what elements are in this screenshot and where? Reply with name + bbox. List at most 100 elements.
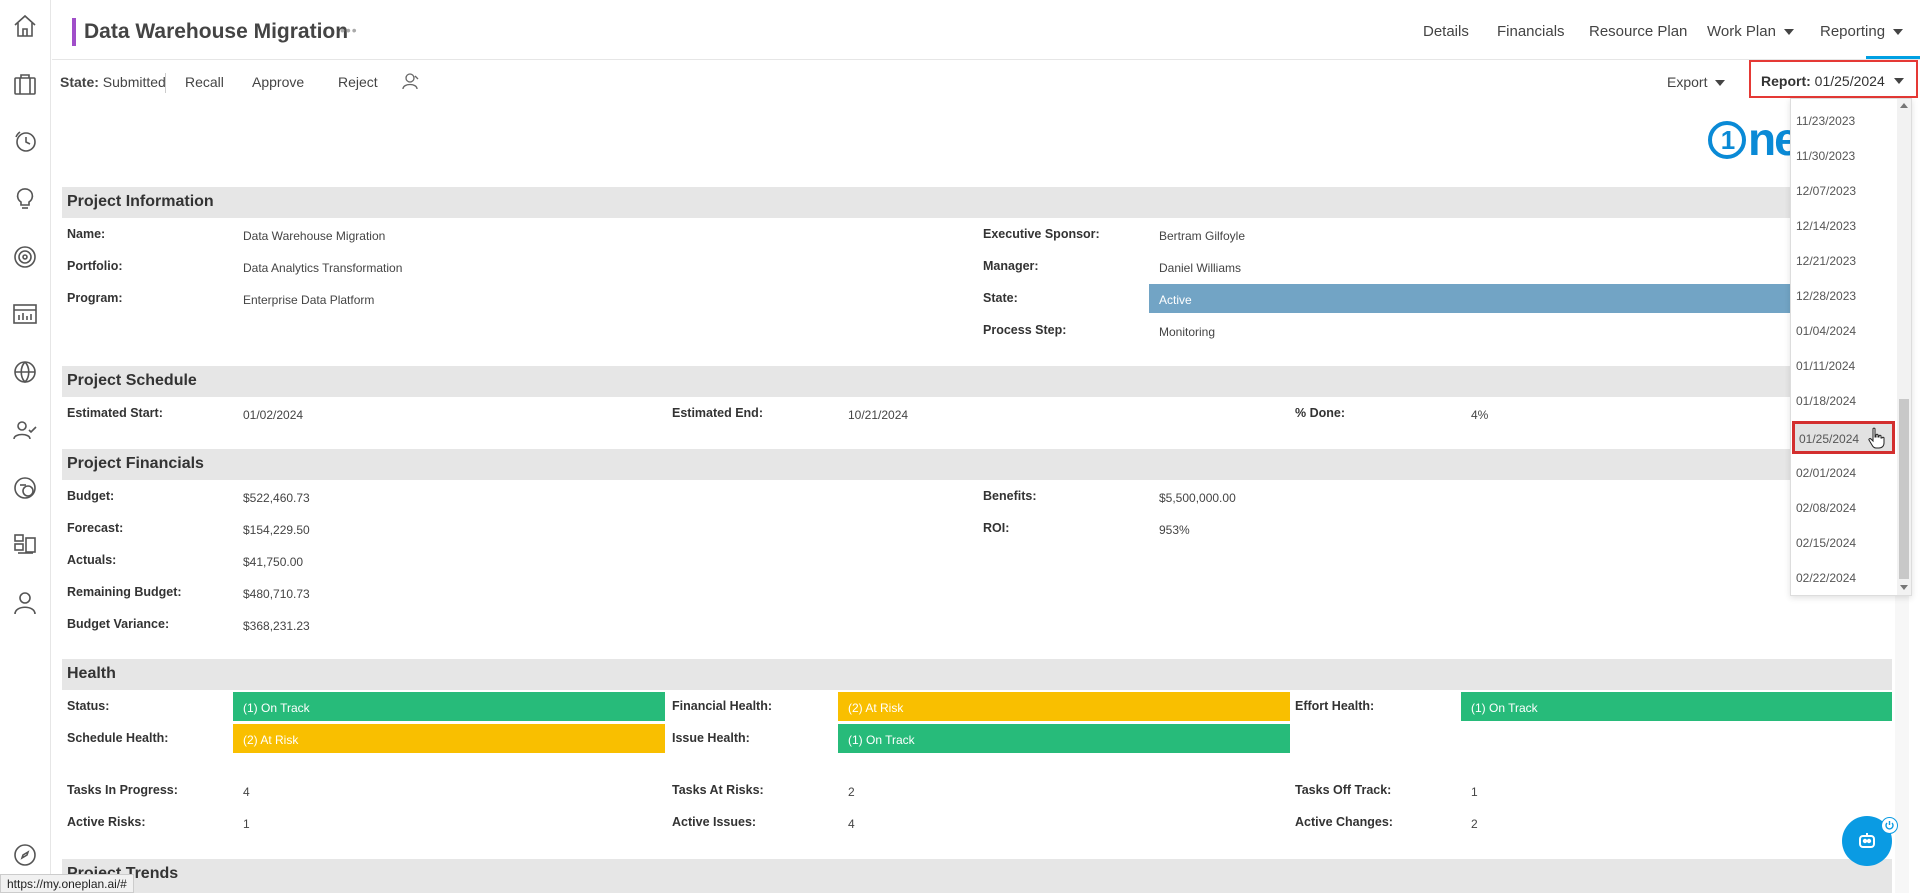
tab-details[interactable]: Details (1423, 23, 1469, 40)
reject-button[interactable]: Reject (338, 74, 378, 90)
tasks-off-track-label: Tasks Off Track: (1295, 783, 1392, 797)
forecast-value: $154,229.50 (243, 523, 310, 537)
logo-mark: 1 (1708, 121, 1746, 159)
section-project-information: Project Information (62, 187, 1892, 218)
power-icon[interactable] (1881, 817, 1898, 834)
estimated-end-value: 10/21/2024 (848, 408, 909, 422)
compass-icon[interactable] (12, 842, 38, 868)
roi-label: ROI: (983, 521, 1010, 535)
chevron-down-icon (1715, 80, 1726, 87)
home-icon[interactable] (12, 13, 38, 39)
oneplan-logo: 1 ne (1708, 112, 1800, 166)
chevron-down-icon (1893, 29, 1904, 36)
tab-work-plan[interactable]: Work Plan (1707, 23, 1794, 40)
page-title: Data Warehouse Migration (84, 20, 349, 43)
dropdown-option[interactable]: 02/22/2024 (1791, 561, 1897, 595)
tab-financials[interactable]: Financials (1497, 23, 1565, 40)
approve-button[interactable]: Approve (252, 74, 304, 90)
dropdown-option[interactable]: 02/01/2024 (1791, 456, 1897, 490)
dropdown-option[interactable]: 11/30/2023 (1791, 139, 1897, 173)
scroll-down-arrow-icon[interactable] (1900, 585, 1908, 590)
tasks-at-risk-value: 2 (848, 785, 855, 799)
section-health: Health (62, 659, 1892, 690)
benefits-label: Benefits: (983, 489, 1037, 503)
dropdown-scrollbar[interactable] (1897, 99, 1911, 595)
portfolio-label: Portfolio: (67, 259, 123, 273)
project-state-value: Active (1149, 284, 1791, 313)
globe-icon[interactable] (12, 359, 38, 385)
title-more-menu[interactable]: ••• (340, 22, 358, 38)
report-value: 01/25/2024 (1814, 73, 1885, 89)
actuals-label: Actuals: (67, 553, 117, 567)
tasks-in-progress-value: 4 (243, 785, 250, 799)
dropdown-option[interactable]: 01/11/2024 (1791, 349, 1897, 383)
dropdown-scroll-thumb[interactable] (1899, 399, 1909, 579)
estimated-end-label: Estimated End: (672, 406, 763, 420)
bot-icon (1859, 833, 1875, 848)
dropdown-option[interactable]: 12/07/2023 (1791, 174, 1897, 208)
title-accent-bar (72, 18, 76, 46)
process-step-value: Monitoring (1159, 325, 1216, 339)
sponsor-label: Executive Sponsor: (983, 227, 1100, 241)
dropdown-option[interactable]: 12/21/2023 (1791, 244, 1897, 278)
dropdown-option[interactable]: 01/04/2024 (1791, 314, 1897, 348)
project-state-label: State: (983, 291, 1018, 305)
remaining-budget-value: $480,710.73 (243, 587, 310, 601)
tasks-at-risk-label: Tasks At Risks: (672, 783, 764, 797)
report-date-select[interactable]: Report: 01/25/2024 (1749, 60, 1918, 98)
chart-icon[interactable] (12, 301, 38, 327)
report-select-text: Report: 01/25/2024 (1761, 73, 1885, 89)
tab-reporting[interactable]: Reporting (1820, 23, 1904, 40)
name-value: Data Warehouse Migration (243, 229, 386, 243)
sponsor-value: Bertram Gilfoyle (1159, 229, 1246, 243)
boards-icon[interactable] (12, 532, 38, 558)
chevron-down-icon (1894, 78, 1904, 84)
program-label: Program: (67, 291, 123, 305)
budget-label: Budget: (67, 489, 115, 503)
chevron-down-icon (1783, 29, 1794, 36)
dropdown-option[interactable]: 11/23/2023 (1791, 104, 1897, 138)
export-button[interactable]: Export (1667, 74, 1726, 90)
budget-value: $522,460.73 (243, 491, 310, 505)
active-issues-label: Active Issues: (672, 815, 757, 829)
user-icon[interactable] (12, 590, 38, 616)
people-icon[interactable] (12, 417, 38, 443)
issue-health-label: Issue Health: (672, 731, 750, 745)
section-project-trends: Project Trends (62, 859, 1892, 893)
active-changes-value: 2 (1471, 817, 1478, 831)
tasks-in-progress-label: Tasks In Progress: (67, 783, 178, 797)
target-icon[interactable] (12, 244, 38, 270)
active-tab-indicator (1866, 56, 1920, 59)
estimated-start-value: 01/02/2024 (243, 408, 304, 422)
user-assign-icon[interactable] (402, 72, 420, 90)
status-bar-url: https://my.oneplan.ai/# (0, 874, 134, 893)
dropdown-option[interactable]: 12/14/2023 (1791, 209, 1897, 243)
remaining-budget-label: Remaining Budget: (67, 585, 182, 599)
issue-health-badge: (1) On Track (838, 724, 1290, 753)
scroll-up-arrow-icon[interactable] (1900, 103, 1908, 108)
budget-variance-value: $368,231.23 (243, 619, 310, 633)
clock-icon[interactable] (12, 128, 38, 154)
active-changes-label: Active Changes: (1295, 815, 1393, 829)
tab-resource-plan[interactable]: Resource Plan (1589, 23, 1687, 40)
report-icon[interactable] (12, 475, 38, 501)
benefits-value: $5,500,000.00 (1159, 491, 1236, 505)
hand-cursor-icon (1868, 427, 1885, 449)
manager-label: Manager: (983, 259, 1039, 273)
state-label: State: (60, 74, 99, 90)
dropdown-option[interactable]: 02/08/2024 (1791, 491, 1897, 525)
effort-health-badge: (1) On Track (1461, 692, 1892, 721)
process-step-label: Process Step: (983, 323, 1067, 337)
dropdown-option[interactable]: 12/28/2023 (1791, 279, 1897, 313)
dropdown-option[interactable]: 02/15/2024 (1791, 526, 1897, 560)
recall-button[interactable]: Recall (185, 74, 224, 90)
active-risks-label: Active Risks: (67, 815, 146, 829)
briefcase-icon[interactable] (12, 71, 38, 97)
page-header: Data Warehouse Migration ••• Details Fin… (52, 0, 1920, 60)
status-label: Status: (67, 699, 110, 713)
schedule-health-badge: (2) At Risk (233, 724, 665, 753)
lightbulb-icon[interactable] (12, 186, 38, 212)
dropdown-option[interactable]: 01/18/2024 (1791, 384, 1897, 418)
section-project-schedule: Project Schedule (62, 366, 1892, 397)
state-value: Submitted (102, 74, 166, 90)
